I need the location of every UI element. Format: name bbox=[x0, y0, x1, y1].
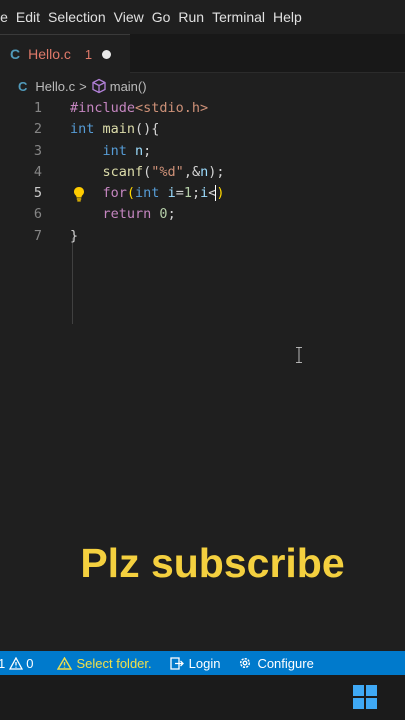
line-number: 2 bbox=[33, 121, 42, 138]
subscribe-overlay-text: Plz subscribe bbox=[80, 540, 345, 586]
code-token: i bbox=[167, 185, 176, 202]
windows-start-icon[interactable] bbox=[352, 684, 378, 710]
line-number: 1 bbox=[33, 100, 42, 116]
code-line[interactable]: 3 int n; bbox=[0, 141, 405, 162]
code-token: n bbox=[135, 142, 144, 159]
code-token: } bbox=[70, 227, 79, 244]
warning-outline-icon bbox=[9, 656, 24, 670]
line-number: 6 bbox=[33, 206, 42, 223]
login-button[interactable]: Login bbox=[169, 655, 221, 671]
warning-icon bbox=[57, 656, 73, 670]
configure-label: Configure bbox=[257, 655, 314, 671]
code-token: #include bbox=[70, 100, 136, 116]
code-token: ; bbox=[191, 185, 201, 202]
menu-bar: le Edit Selection View Go Run Terminal H… bbox=[0, 0, 405, 34]
code-text: int n; bbox=[70, 141, 152, 162]
code-token: scanf bbox=[102, 163, 144, 180]
code-token: ) bbox=[216, 185, 225, 202]
code-line[interactable]: 2 int main(){ bbox=[0, 119, 405, 140]
code-token: return bbox=[102, 206, 160, 223]
c-file-icon: C bbox=[10, 46, 21, 62]
select-folder-button[interactable]: Select folder. bbox=[57, 655, 152, 671]
code-text: for(int i=1;i<) bbox=[70, 183, 225, 204]
select-folder-label: Select folder. bbox=[76, 655, 152, 671]
breadcrumb-file[interactable]: Hello.c bbox=[35, 79, 75, 94]
c-file-icon: C bbox=[18, 78, 28, 94]
taskbar bbox=[0, 675, 405, 720]
login-icon bbox=[169, 656, 184, 670]
code-token: 0 bbox=[159, 206, 168, 223]
tab-label: Hello.c bbox=[28, 46, 71, 62]
breadcrumb-symbol[interactable]: main() bbox=[110, 79, 147, 94]
menu-view[interactable]: View bbox=[114, 9, 152, 25]
code-token: ); bbox=[208, 163, 225, 180]
line-number: 3 bbox=[33, 142, 42, 159]
code-text: scanf("%d",&n); bbox=[70, 162, 225, 183]
gear-icon bbox=[240, 657, 251, 669]
menu-go[interactable]: Go bbox=[152, 9, 179, 25]
unsaved-dot-icon[interactable] bbox=[102, 49, 112, 59]
tab-bar: C Hello.c 1 bbox=[0, 34, 405, 73]
configure-button[interactable]: Configure bbox=[238, 655, 314, 671]
line-number: 7 bbox=[33, 227, 42, 244]
menu-selection[interactable]: Selection bbox=[48, 9, 114, 25]
breadcrumb-separator: > bbox=[79, 78, 87, 94]
code-token: <stdio.h> bbox=[135, 100, 209, 116]
menu-edit[interactable]: Edit bbox=[16, 9, 48, 25]
code-text: #include<stdio.h> bbox=[70, 98, 208, 119]
problems-indicator[interactable]: 1 0 bbox=[0, 656, 33, 671]
code-line[interactable]: 6 return 0; bbox=[0, 204, 405, 225]
code-token: ,& bbox=[183, 163, 201, 180]
code-token: n bbox=[200, 163, 209, 180]
problems-error-count: 1 bbox=[0, 655, 6, 671]
code-token: ; bbox=[143, 142, 152, 159]
code-line[interactable]: 1 #include<stdio.h> bbox=[0, 98, 405, 119]
status-bar: 1 0 Select folder. Login Configure bbox=[0, 651, 405, 675]
tab-hello-c[interactable]: C Hello.c 1 bbox=[0, 34, 130, 73]
text-cursor-icon bbox=[296, 347, 302, 363]
line-number: 4 bbox=[33, 163, 42, 180]
code-token: for bbox=[102, 185, 127, 202]
menu-file[interactable]: le bbox=[0, 9, 16, 25]
code-token: ( bbox=[126, 185, 136, 202]
breadcrumb: C Hello.c > main() bbox=[0, 74, 405, 98]
code-line[interactable]: 4 scanf("%d",&n); bbox=[0, 162, 405, 183]
tab-problem-count: 1 bbox=[84, 46, 93, 62]
indent-guide bbox=[72, 238, 73, 324]
code-token: int bbox=[70, 121, 103, 138]
line-number: 5 bbox=[33, 185, 42, 202]
menu-terminal[interactable]: Terminal bbox=[212, 9, 273, 25]
code-token: int bbox=[135, 185, 168, 202]
code-text: return 0; bbox=[70, 204, 176, 225]
code-text: int main(){ bbox=[70, 119, 159, 140]
code-line[interactable]: 7 } bbox=[0, 226, 405, 247]
code-line[interactable]: 5 for(int i=1;i<) bbox=[0, 183, 405, 204]
code-token: (){ bbox=[135, 121, 160, 138]
code-token: = bbox=[175, 185, 184, 202]
menu-help[interactable]: Help bbox=[273, 9, 310, 25]
code-token: ; bbox=[167, 206, 176, 223]
menu-run[interactable]: Run bbox=[178, 9, 212, 25]
login-label: Login bbox=[188, 655, 221, 671]
problems-warning-count: 0 bbox=[26, 655, 34, 671]
code-token: "%d" bbox=[151, 163, 184, 180]
code-token: 1 bbox=[183, 185, 192, 202]
code-token: int bbox=[102, 142, 136, 159]
code-token: main bbox=[102, 121, 136, 138]
symbol-method-icon bbox=[92, 78, 106, 94]
code-text: } bbox=[70, 226, 78, 247]
